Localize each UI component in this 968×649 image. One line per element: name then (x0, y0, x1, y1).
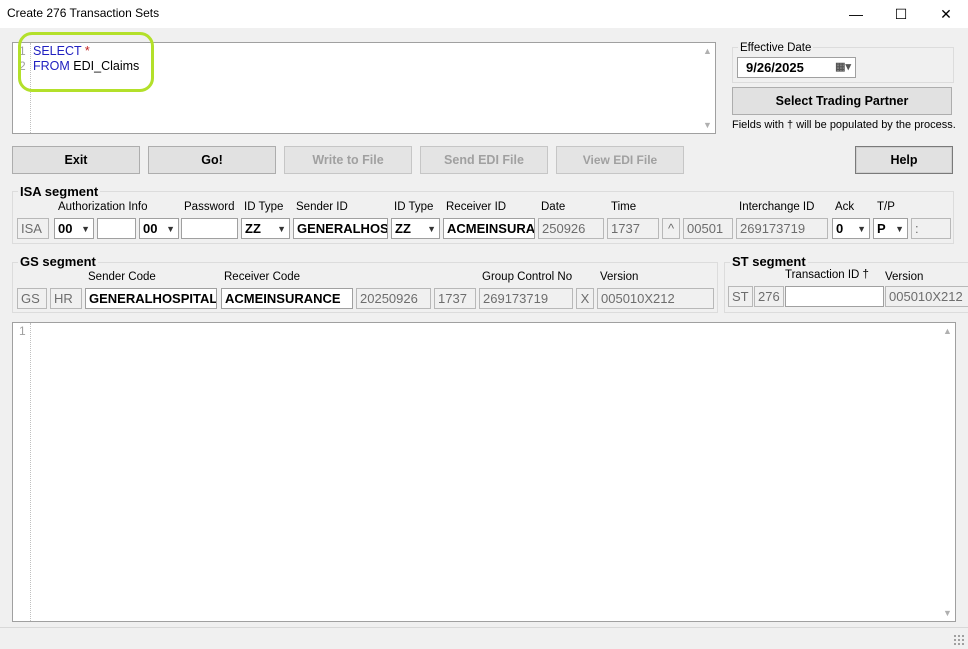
chevron-down-icon: ▼ (277, 223, 286, 234)
window-title: Create 276 Transaction Sets (7, 6, 160, 20)
chevron-down-icon: ▼ (427, 223, 436, 234)
sender-code-label: Sender Code (88, 271, 156, 283)
view-edi-file-button[interactable]: View EDI File (556, 146, 684, 174)
chevron-down-icon: ▼ (857, 223, 866, 234)
tp-label: T/P (877, 201, 895, 213)
password-label: Password (184, 201, 235, 213)
isa-segment-id: ISA (17, 218, 49, 239)
scroll-down-icon[interactable]: ▼ (943, 608, 952, 618)
output-gutter: 1 (13, 323, 31, 621)
sender-id-type-value: ZZ (245, 221, 261, 236)
resize-grip-icon[interactable] (953, 634, 965, 646)
receiver-id-type-value: ZZ (395, 221, 411, 236)
receiver-code-input[interactable]: ACMEINSURANCE (221, 288, 353, 309)
repetition-separator-field: ^ (662, 218, 680, 239)
chevron-down-icon: ▼ (81, 223, 90, 234)
title-bar: Create 276 Transaction Sets — ☐ ✕ (0, 0, 968, 28)
ack-value: 0 (836, 221, 844, 236)
date-label: Date (541, 201, 566, 213)
group-control-no-field: 269173719 (479, 288, 573, 309)
chevron-down-icon: ▼ (895, 223, 904, 234)
calendar-icon[interactable]: ▦▾ (835, 60, 851, 73)
st-segment-title: ST segment (730, 254, 808, 269)
gs-segment-title: GS segment (18, 254, 98, 269)
isa-time-field: 1737 (607, 218, 659, 239)
tp-value: P (877, 221, 886, 236)
output-scrollbar[interactable]: ▲ ▼ (939, 323, 955, 621)
line-number: 1 (19, 324, 26, 338)
tp-select[interactable]: P ▼ (873, 218, 908, 239)
gs-time-field: 1737 (434, 288, 476, 309)
st-version-field: 005010X212 (885, 286, 968, 307)
chevron-down-icon: ▼ (166, 223, 175, 234)
populate-note: Fields with † will be populated by the p… (732, 119, 956, 131)
auth-qualifier-value: 00 (58, 221, 73, 236)
help-button[interactable]: Help (855, 146, 953, 174)
st-version-label: Version (885, 271, 924, 283)
auth-info-input[interactable] (97, 218, 136, 239)
gs-version-label: Version (600, 271, 639, 283)
time-label: Time (611, 201, 637, 213)
agency-code-field: X (576, 288, 594, 309)
effective-date-label: Effective Date (738, 42, 814, 54)
gs-date-field: 20250926 (356, 288, 431, 309)
password-qualifier-select[interactable]: 00 ▼ (139, 218, 179, 239)
group-control-no-label: Group Control No (482, 271, 573, 283)
edi-output-editor[interactable]: 1 ▲ ▼ (12, 322, 956, 622)
write-to-file-button[interactable]: Write to File (284, 146, 412, 174)
gs-segment-id: GS (17, 288, 47, 309)
go-button[interactable]: Go! (148, 146, 276, 174)
password-input[interactable] (181, 218, 238, 239)
maximize-button[interactable]: ☐ (878, 0, 924, 28)
send-edi-file-button[interactable]: Send EDI File (420, 146, 548, 174)
receiver-code-label: Receiver Code (224, 271, 301, 283)
isa-date-field: 250926 (538, 218, 604, 239)
close-button[interactable]: ✕ (923, 0, 968, 28)
functional-id-field: HR (50, 288, 82, 309)
isa-version-field: 00501 (683, 218, 733, 239)
highlight-annotation (18, 32, 154, 92)
sender-id-label: Sender ID (296, 201, 348, 213)
scroll-down-icon[interactable]: ▼ (703, 120, 712, 130)
select-trading-partner-button[interactable]: Select Trading Partner (732, 87, 952, 115)
sender-id-input[interactable]: GENERALHOSPITAL (293, 218, 388, 239)
st-segment-id: ST (728, 286, 753, 307)
interchange-id-label: Interchange ID (739, 201, 815, 213)
transaction-set-id-field: 276 (754, 286, 784, 307)
receiver-id-label: Receiver ID (446, 201, 507, 213)
receiver-id-type-select[interactable]: ZZ ▼ (391, 218, 440, 239)
exit-button[interactable]: Exit (12, 146, 140, 174)
sender-code-input[interactable]: GENERALHOSPITAL (85, 288, 217, 309)
ack-label: Ack (835, 201, 855, 213)
minimize-button[interactable]: — (833, 0, 879, 28)
effective-date-value: 9/26/2025 (746, 60, 804, 75)
effective-date-picker[interactable]: 9/26/2025 ▦▾ (737, 57, 856, 78)
gs-version-field: 005010X212 (597, 288, 714, 309)
transaction-id-input[interactable] (785, 286, 884, 307)
id-type-label: ID Type (244, 201, 284, 213)
scroll-up-icon[interactable]: ▲ (943, 326, 952, 336)
receiver-id-input[interactable]: ACMEINSURANCE (443, 218, 535, 239)
id-type-label: ID Type (394, 201, 434, 213)
auth-qualifier-select[interactable]: 00 ▼ (54, 218, 94, 239)
ack-select[interactable]: 0 ▼ (832, 218, 870, 239)
component-separator-field: : (911, 218, 951, 239)
password-qualifier-value: 00 (143, 221, 158, 236)
isa-segment-title: ISA segment (18, 184, 101, 199)
query-scrollbar[interactable]: ▲ ▼ (699, 43, 715, 133)
interchange-id-field: 269173719 (736, 218, 828, 239)
sender-id-type-select[interactable]: ZZ ▼ (241, 218, 290, 239)
status-bar (0, 627, 968, 649)
auth-info-label: Authorization Info (58, 201, 148, 213)
scroll-up-icon[interactable]: ▲ (703, 46, 712, 56)
transaction-id-label: Transaction ID † (785, 269, 869, 281)
